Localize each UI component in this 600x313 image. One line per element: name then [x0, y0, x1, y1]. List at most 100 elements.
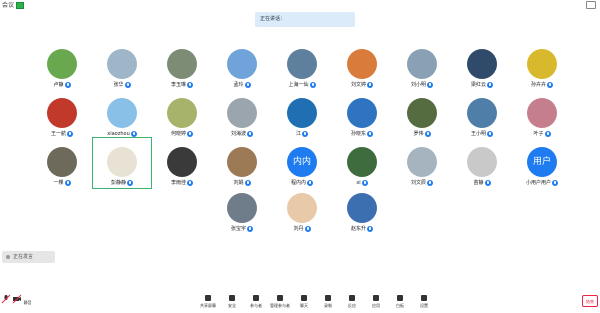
toolbar-label: 应用	[372, 303, 380, 308]
participant-name: 卢静	[53, 82, 64, 88]
toolbar-label: 聊天	[300, 303, 308, 308]
participant-tile[interactable]: 彭静静	[92, 137, 152, 189]
participant-name: 孙卉卉	[530, 82, 546, 88]
mic-status-icon	[367, 130, 373, 137]
participant-tile[interactable]: 苗静	[453, 138, 511, 188]
participant-name-row: 李玉琳	[153, 81, 211, 89]
mute-button[interactable]: 静音	[1, 294, 32, 306]
participant-tile[interactable]: 上海一仙	[273, 40, 331, 90]
avatar	[467, 49, 497, 79]
apps-button[interactable]: 应用	[366, 294, 386, 309]
app-title: 会议	[2, 0, 25, 9]
participant-name: 张华	[113, 82, 124, 88]
manage-participants-icon	[277, 295, 283, 301]
mic-status-icon	[487, 130, 493, 137]
participant-tile[interactable]: 孙卉卉	[513, 40, 571, 90]
mic-status-icon	[247, 225, 253, 232]
participant-name: 梁红云	[470, 82, 486, 88]
participant-tile[interactable]: 李玉琳	[153, 40, 211, 90]
participant-name-row: 刘小明	[393, 81, 451, 89]
participant-name-row: 刘文婷	[333, 81, 391, 89]
participant-name: 罗伟	[413, 131, 424, 137]
participant-name: xiaozhou	[107, 131, 130, 137]
participant-tile[interactable]: 卢静	[33, 40, 91, 90]
participant-name: 刘文辰	[410, 180, 426, 186]
mic-status-icon	[67, 130, 73, 137]
video-off-icon	[12, 294, 22, 304]
participant-tile[interactable]: 王一航	[33, 89, 91, 139]
participant-name-row: xiaozhou	[93, 130, 151, 138]
participant-name-row: 李雨佳	[153, 179, 211, 187]
participant-name: 叶子	[533, 131, 544, 137]
participant-tile[interactable]: 张宝宇	[213, 184, 271, 234]
mic-status-icon	[427, 179, 433, 186]
avatar	[287, 49, 317, 79]
whiteboard-icon	[397, 295, 403, 301]
participant-tile[interactable]: 内内 程内内	[273, 138, 331, 188]
end-meeting-button[interactable]: 结束	[582, 295, 598, 307]
participant-name: 赵东升	[350, 226, 366, 232]
participant-name-row: 赵东升	[333, 225, 391, 233]
participant-name-row: 罗伟	[393, 130, 451, 138]
participant-tile[interactable]: 孙晓东	[333, 89, 391, 139]
participants-button[interactable]: 参与者	[246, 294, 266, 309]
mic-status-icon	[124, 81, 131, 88]
participant-tile[interactable]: xiaozhou	[93, 89, 151, 139]
participant-tile[interactable]: 梁红云	[453, 40, 511, 90]
participant-tile[interactable]: 刘娟	[213, 138, 271, 188]
participant-tile[interactable]: 何晓婷	[153, 89, 211, 139]
participant-name-row: 刘文辰	[393, 179, 451, 187]
window-control-icon[interactable]	[586, 1, 596, 9]
avatar	[167, 49, 197, 79]
record-button[interactable]: 录制	[318, 294, 338, 309]
participant-tile[interactable]: 刘文辰	[393, 138, 451, 188]
avatar	[347, 193, 377, 223]
avatar	[347, 98, 377, 128]
mic-status-icon	[127, 179, 133, 186]
whiteboard-button[interactable]: 白板	[390, 294, 410, 309]
participant-name: 李雨佳	[170, 180, 186, 186]
toolbar-label: 白板	[396, 303, 404, 308]
avatar	[227, 147, 257, 177]
avatar	[407, 147, 437, 177]
participant-name-row: 彭静静	[93, 179, 151, 187]
participant-name: 孟玲	[233, 82, 244, 88]
toolbar-label: 录制	[324, 303, 332, 308]
participant-tile[interactable]: xi	[333, 138, 391, 188]
avatar	[227, 193, 257, 223]
share-screen-button[interactable]: 共享屏幕	[198, 294, 218, 309]
reaction-button[interactable]: 反应	[342, 294, 362, 309]
participant-name-row: 江	[273, 130, 331, 138]
participant-name-row: 一棵	[33, 179, 91, 187]
avatar	[227, 49, 257, 79]
mic-status-icon	[187, 179, 193, 186]
participant-tile[interactable]: 刘丹	[273, 184, 331, 234]
participant-tile[interactable]: 赵东升	[333, 184, 391, 234]
toolbar-label: 共享屏幕	[200, 303, 216, 308]
settings-button[interactable]: 设置	[414, 294, 434, 309]
participant-tile[interactable]: 刘海波	[213, 89, 271, 139]
participant-tile[interactable]: 叶子	[513, 89, 571, 139]
participant-name: 苗静	[473, 180, 484, 186]
shield-icon	[229, 295, 235, 301]
participant-tile[interactable]: 江	[273, 89, 331, 139]
record-icon	[325, 295, 331, 301]
participant-tile[interactable]: 罗伟	[393, 89, 451, 139]
participant-tile[interactable]: 一棵	[33, 138, 91, 188]
participant-tile[interactable]: 用户 小用户用户	[513, 138, 571, 188]
shield-button[interactable]: 安全	[222, 294, 242, 309]
participant-name-row: 王小明	[453, 130, 511, 138]
manage-participants-button[interactable]: 管理参与者	[270, 294, 290, 309]
settings-icon	[421, 295, 427, 301]
avatar: 内内	[287, 147, 317, 177]
toolbar-label: 设置	[420, 303, 428, 308]
participant-tile[interactable]: 王小明	[453, 89, 511, 139]
participant-tile[interactable]: 刘文婷	[333, 40, 391, 90]
participant-tile[interactable]: 张华	[93, 40, 151, 90]
chat-button[interactable]: 聊天	[294, 294, 314, 309]
participant-tile[interactable]: 刘小明	[393, 40, 451, 90]
participant-name-row: 张宝宇	[213, 225, 271, 233]
participant-tile[interactable]: 李雨佳	[153, 138, 211, 188]
mic-icon	[1, 294, 11, 304]
participant-tile[interactable]: 孟玲	[213, 40, 271, 90]
